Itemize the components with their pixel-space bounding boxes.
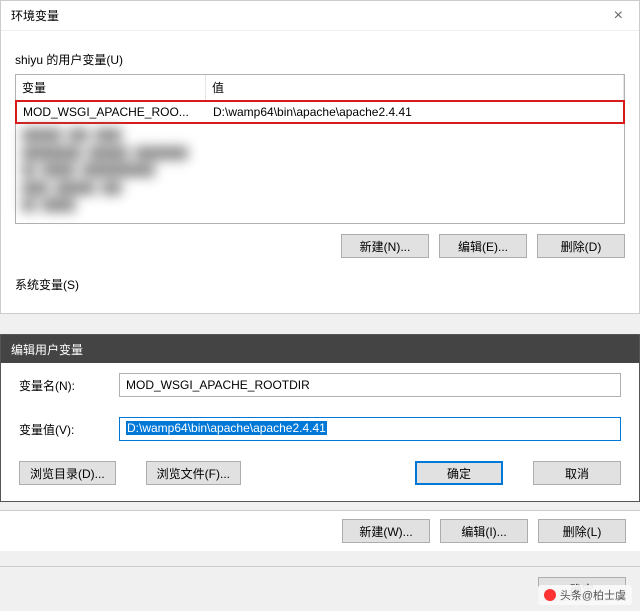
user-vars-list[interactable]: 变量 值 MOD_WSGI_APACHE_ROO... D:\wamp64\bi… (15, 74, 625, 224)
browse-file-button[interactable]: 浏览文件(F)... (146, 461, 241, 485)
watermark-icon (544, 589, 556, 601)
user-vars-buttons: 新建(N)... 编辑(E)... 删除(D) (15, 224, 625, 258)
system-vars-label: 系统变量(S) (15, 276, 625, 293)
var-name-input[interactable] (119, 373, 621, 397)
var-value-text: D:\wamp64\bin\apache\apache2.4.41 (126, 421, 327, 435)
new-user-var-button[interactable]: 新建(N)... (341, 234, 429, 258)
delete-user-var-button[interactable]: 删除(D) (537, 234, 625, 258)
list-header: 变量 值 (16, 75, 624, 101)
env-title: 环境变量 (11, 7, 59, 24)
edit-sys-var-button[interactable]: 编辑(I)... (440, 519, 528, 543)
edit-title: 编辑用户变量 (11, 341, 83, 358)
blurred-rows: ██████ ███ ████ █████████ ██████ ███████… (16, 123, 624, 223)
new-sys-var-button[interactable]: 新建(W)... (342, 519, 430, 543)
watermark-text: 头条@柏士虞 (560, 587, 626, 603)
col-header-value[interactable]: 值 (206, 75, 624, 100)
close-icon[interactable]: × (606, 7, 631, 25)
env-vars-dialog: 环境变量 × shiyu 的用户变量(U) 变量 值 MOD_WSGI_APAC… (0, 0, 640, 314)
edit-titlebar: 编辑用户变量 (1, 335, 639, 363)
browse-dir-button[interactable]: 浏览目录(D)... (19, 461, 116, 485)
user-vars-label: shiyu 的用户变量(U) (15, 51, 625, 68)
system-vars-buttons: 新建(W)... 编辑(I)... 删除(L) (14, 519, 626, 543)
edit-cancel-button[interactable]: 取消 (533, 461, 621, 485)
var-value-input[interactable]: D:\wamp64\bin\apache\apache2.4.41 (119, 417, 621, 441)
var-value-label: 变量值(V): (19, 421, 119, 438)
cell-value: D:\wamp64\bin\apache\apache2.4.41 (207, 102, 623, 122)
var-name-label: 变量名(N): (19, 377, 119, 394)
env-titlebar: 环境变量 × (1, 1, 639, 31)
watermark: 头条@柏士虞 (538, 585, 632, 605)
edit-buttons: 浏览目录(D)... 浏览文件(F)... 确定 取消 (1, 451, 639, 501)
cell-name: MOD_WSGI_APACHE_ROO... (17, 102, 207, 122)
edit-user-var-dialog: 编辑用户变量 变量名(N): 变量值(V): D:\wamp64\bin\apa… (0, 334, 640, 502)
edit-user-var-button[interactable]: 编辑(E)... (439, 234, 527, 258)
system-vars-section: 新建(W)... 编辑(I)... 删除(L) (0, 510, 640, 551)
var-name-row: 变量名(N): (1, 363, 639, 407)
env-body: shiyu 的用户变量(U) 变量 值 MOD_WSGI_APACHE_ROO.… (1, 31, 639, 313)
table-row[interactable]: MOD_WSGI_APACHE_ROO... D:\wamp64\bin\apa… (15, 100, 625, 124)
var-value-row: 变量值(V): D:\wamp64\bin\apache\apache2.4.4… (1, 407, 639, 451)
delete-sys-var-button[interactable]: 删除(L) (538, 519, 626, 543)
col-header-name[interactable]: 变量 (16, 75, 206, 100)
edit-ok-button[interactable]: 确定 (415, 461, 503, 485)
